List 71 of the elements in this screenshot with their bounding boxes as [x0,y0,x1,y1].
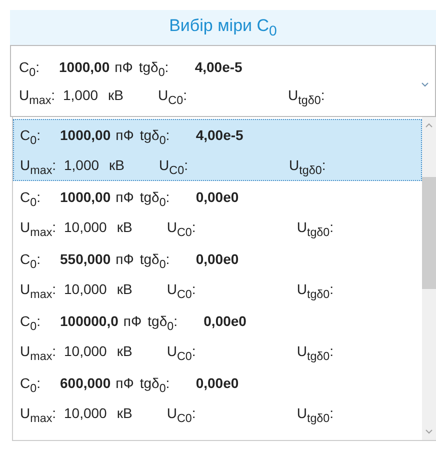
capacitance-value: 1000,00 [60,126,111,145]
capacitance-label: C$_{0}$: [20,374,42,397]
voltage-value: 1,000 [64,156,100,175]
capacitance-voltage-label: U$_{C0}$: [166,342,197,365]
capacitance-label: C$_{0}$: [19,58,40,81]
tangent-label: tgδ$_{0}$: [140,250,171,273]
capacitance-unit: пФ [116,374,134,393]
voltage-label: U$_{max}$: [20,280,58,303]
capacitance-value: 1000,00 [60,188,111,207]
tangent-voltage-label: U$_{tgδ0}$: [288,86,325,109]
capacitance-unit: пФ [116,250,134,269]
voltage-value: 1,000 [63,86,98,105]
scrollbar-thumb[interactable] [422,177,436,289]
voltage-unit: кВ [116,280,134,299]
tangent-label: tgδ$_{0}$: [140,188,171,211]
capacitance-value: 100000,0 [60,312,118,331]
list-item[interactable]: C$_{0}$: 550,000 пФ tgδ$_{0}$: 0,00e0 U$_{max}$: 10,000 кВ U$_{C0}$: U$_{tgδ0}$: [13,243,422,305]
capacitance-unit: пФ [116,126,134,145]
scrollbar[interactable] [422,117,436,440]
voltage-label: U$_{max}$: [20,404,58,427]
tangent-value: 0,00e0 [196,188,239,207]
capacitance-unit: пФ [116,188,134,207]
voltage-value: 10,000 [64,280,107,299]
tangent-label: tgδ$_{0}$: [148,312,178,335]
voltage-value: 10,000 [64,342,107,361]
scroll-up-icon[interactable] [425,123,433,128]
voltage-label: U$_{max}$: [20,218,58,241]
capacitance-voltage-label: U$_{C0}$: [159,156,189,179]
voltage-unit: кВ [109,156,126,175]
measure-combobox[interactable]: C$_{0}$: 1000,00 пФ tgδ$_{0}$: 4,00e-5 U$_{max}$: 1,000 кВ U$_{C0}$: U$_{tgδ0}$: [10,45,436,117]
voltage-label: U$_{max}$: [20,342,58,365]
capacitance-value: 550,000 [60,250,111,269]
voltage-unit: кВ [116,342,134,361]
capacitance-label: C$_{0}$: [20,250,42,273]
voltage-label: U$_{max}$: [19,86,56,109]
tangent-label: tgδ$_{0}$: [140,126,171,149]
capacitance-voltage-label: U$_{C0}$: [166,280,197,303]
list-item[interactable]: C$_{0}$: 600,000 пФ tgδ$_{0}$: 0,00e0 U$_{max}$: 10,000 кВ U$_{C0}$: U$_{tgδ0}$: [13,367,422,429]
voltage-unit: кВ [108,86,125,105]
voltage-unit: кВ [116,218,134,237]
voltage-unit: кВ [116,404,134,423]
tangent-voltage-label: U$_{tgδ0}$: [289,156,326,179]
voltage-label: U$_{max}$: [20,156,58,179]
capacitance-unit: пФ [123,312,142,331]
capacitance-voltage-label: U$_{C0}$: [166,218,197,241]
voltage-value: 10,000 [64,218,107,237]
tangent-value: 0,00e0 [196,250,239,269]
tangent-label: tgδ$_{0}$: [138,58,170,81]
tangent-value: 0,00e0 [196,374,239,393]
capacitance-unit: пФ [114,58,133,77]
tangent-voltage-label: U$_{tgδ0}$: [296,280,334,303]
tangent-voltage-label: U$_{tgδ0}$: [296,218,334,241]
scroll-down-icon[interactable] [425,429,433,434]
tangent-label: tgδ$_{0}$: [140,374,171,397]
tangent-value: 4,00e-5 [194,58,242,77]
tangent-value: 0,00e0 [204,312,246,331]
capacitance-label: C$_{0}$: [20,312,42,335]
capacitance-voltage-label: U$_{C0}$: [158,86,188,109]
dialog-title: Вибір міри C$_{0}$ [169,16,277,40]
tangent-value: 4,00e-5 [196,126,244,145]
capacitance-label: C$_{0}$: [20,126,42,149]
capacitance-value: 1000,00 [59,58,110,77]
list-item[interactable]: C$_{0}$: 100000,0 пФ tgδ$_{0}$: 0,00e0 U$_{max}$: 10,000 кВ U$_{C0}$: U$_{tgδ0}$: [13,305,422,367]
capacitance-value: 600,000 [60,374,111,393]
list-item[interactable]: C$_{0}$: 1000,00 пФ tgδ$_{0}$: 4,00e-5 U$_{max}$: 1,000 кВ U$_{C0}$: U$_{tgδ0}$: [13,119,422,181]
capacitance-label: C$_{0}$: [20,188,42,211]
list-item[interactable]: C$_{0}$: 1000,00 пФ tgδ$_{0}$: 0,00e0 U$_{max}$: 10,000 кВ U$_{C0}$: U$_{tgδ0}$: [13,181,422,243]
tangent-voltage-label: U$_{tgδ0}$: [296,342,334,365]
voltage-value: 10,000 [64,404,107,423]
capacitance-voltage-label: U$_{C0}$: [166,404,197,427]
tangent-voltage-label: U$_{tgδ0}$: [296,404,334,427]
